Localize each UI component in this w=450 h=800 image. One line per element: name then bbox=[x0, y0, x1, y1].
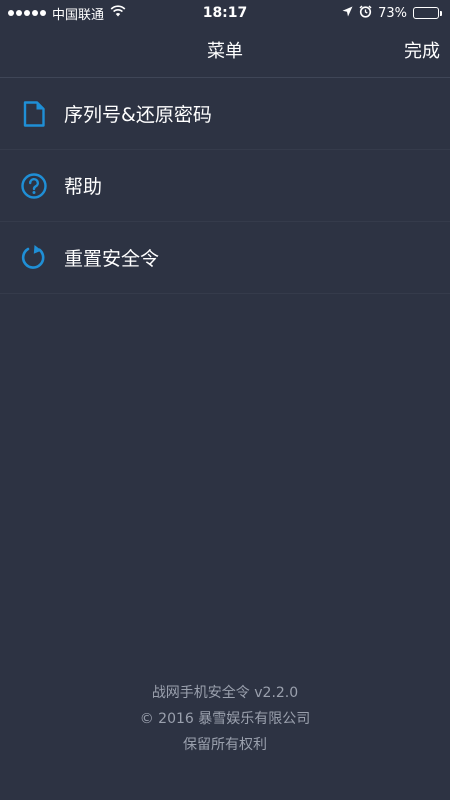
menu-item-label: 重置安全令 bbox=[64, 248, 160, 270]
status-bar: 中国联通 18:17 73% bbox=[0, 0, 450, 26]
menu-screen: 中国联通 18:17 73% 菜单 完成 序列号&还原密码 帮助 重置安全令 战… bbox=[0, 0, 450, 800]
menu-item-serial-restore-code[interactable]: 序列号&还原密码 bbox=[0, 78, 450, 150]
page-title: 菜单 bbox=[207, 41, 243, 62]
status-right: 73% bbox=[342, 4, 442, 22]
refresh-icon bbox=[20, 244, 48, 272]
location-arrow-icon bbox=[342, 6, 353, 21]
done-button[interactable]: 完成 bbox=[404, 26, 440, 78]
footer: 战网手机安全令 v2.2.0 © 2016 暴雪娱乐有限公司 保留所有权利 bbox=[0, 680, 450, 758]
menu-item-reset-authenticator[interactable]: 重置安全令 bbox=[0, 222, 450, 294]
battery-icon bbox=[413, 7, 442, 19]
question-circle-icon bbox=[20, 172, 48, 200]
alarm-clock-icon bbox=[359, 4, 372, 22]
rights-text: 保留所有权利 bbox=[183, 737, 267, 753]
nav-bar: 菜单 完成 bbox=[0, 26, 450, 78]
signal-strength-icon bbox=[8, 10, 46, 16]
menu-item-help[interactable]: 帮助 bbox=[0, 150, 450, 222]
menu-item-label: 序列号&还原密码 bbox=[64, 104, 212, 126]
battery-percent: 73% bbox=[378, 5, 407, 21]
document-icon bbox=[20, 100, 48, 128]
menu-item-label: 帮助 bbox=[64, 176, 103, 198]
app-version: 战网手机安全令 v2.2.0 bbox=[151, 685, 299, 701]
copyright-text: © 2016 暴雪娱乐有限公司 bbox=[139, 711, 311, 727]
wifi-icon bbox=[110, 5, 126, 21]
menu-list: 序列号&还原密码 帮助 重置安全令 bbox=[0, 78, 450, 294]
status-left: 中国联通 bbox=[8, 4, 126, 23]
carrier-name: 中国联通 bbox=[52, 7, 105, 23]
